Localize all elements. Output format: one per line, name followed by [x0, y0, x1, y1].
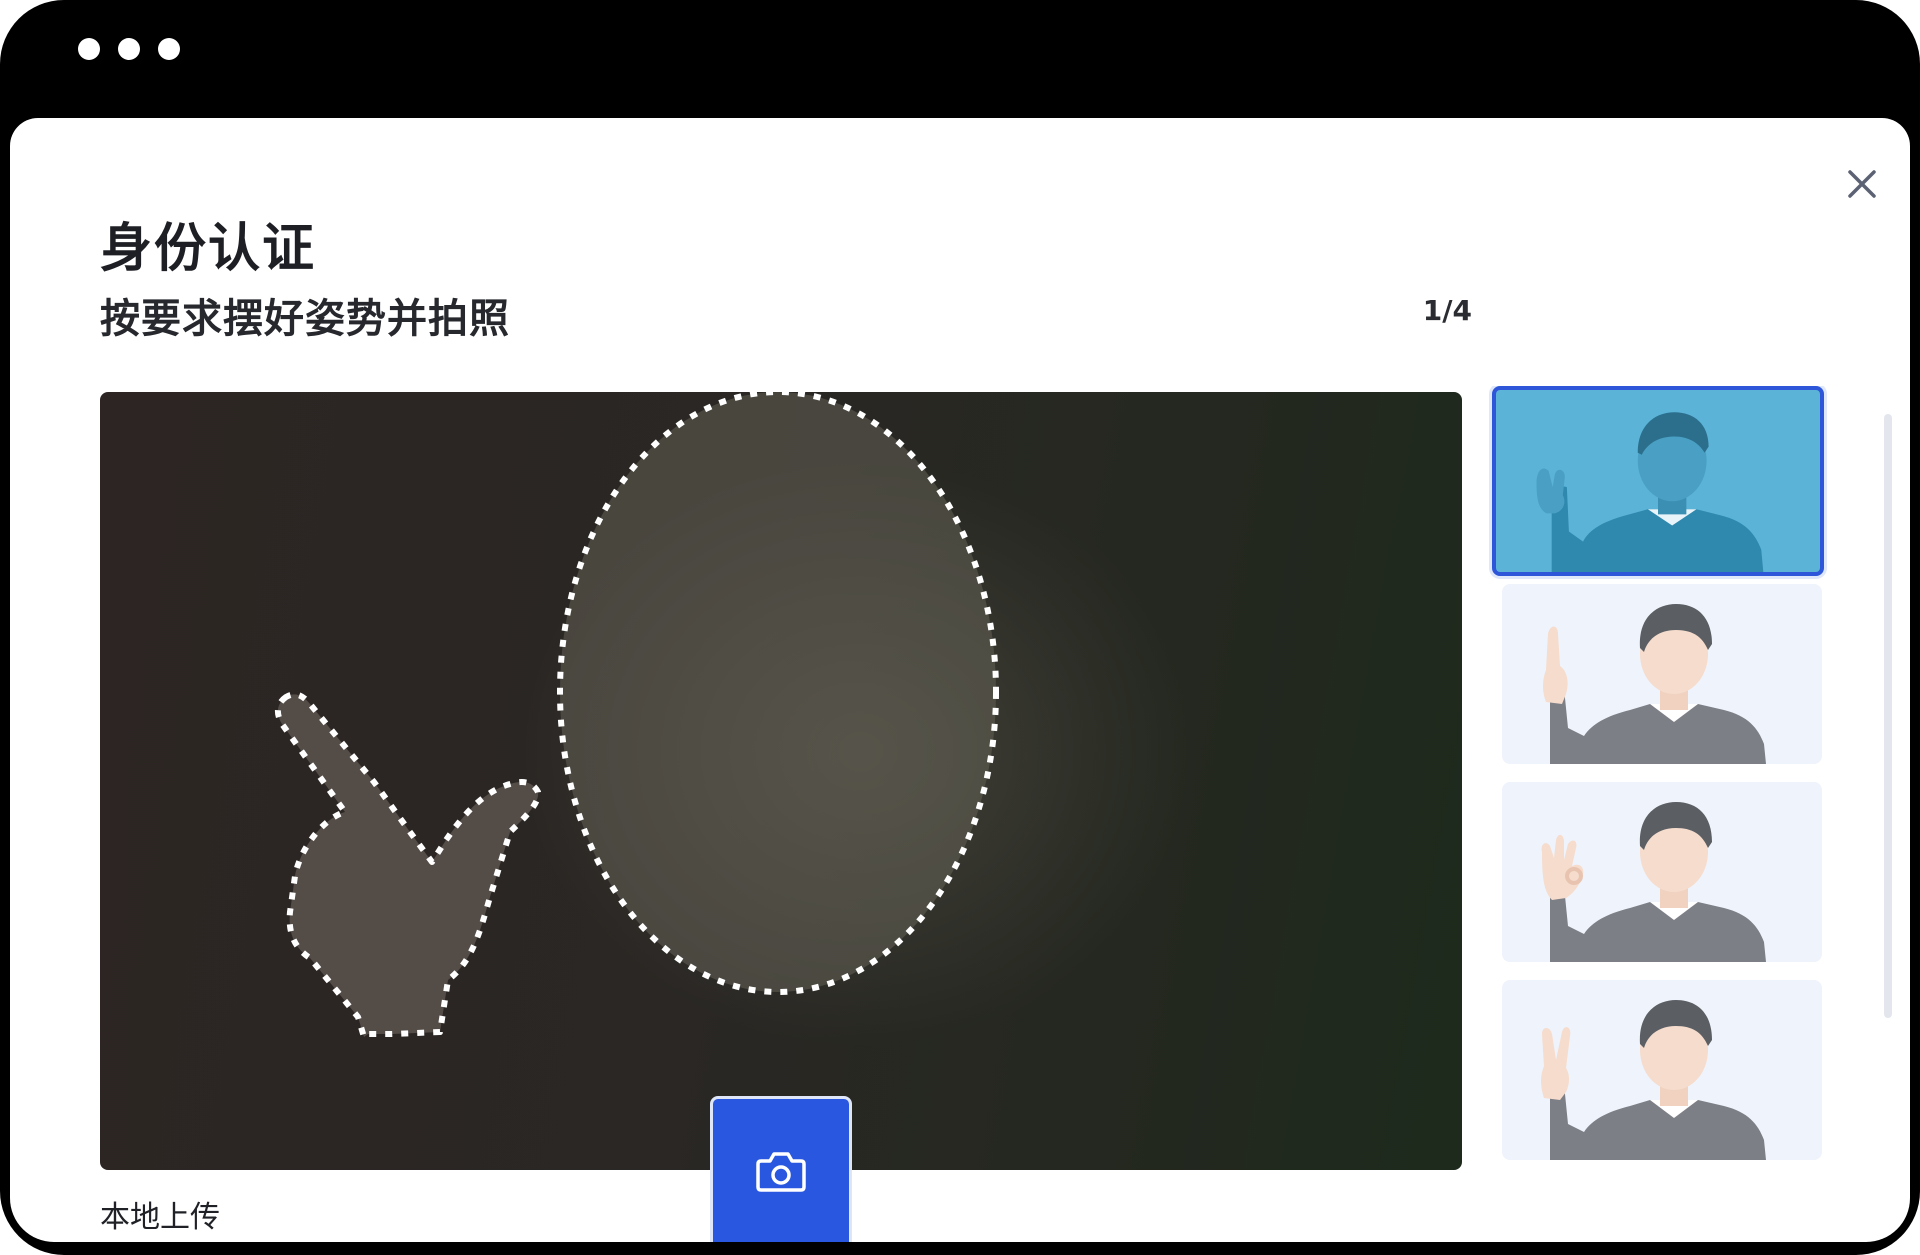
- pose-list: [1484, 386, 1840, 1166]
- pose-thumbnail-selected[interactable]: [1492, 386, 1824, 576]
- pose-thumbnail[interactable]: [1502, 584, 1822, 764]
- dialog-title: 身份认证: [100, 219, 317, 279]
- pose-thumbnail[interactable]: [1502, 980, 1822, 1160]
- window-dot-icon[interactable]: [78, 38, 100, 60]
- dialog-subtitle: 按要求摆好姿势并拍照: [100, 296, 510, 342]
- person-pointing-icon: [1536, 412, 1764, 572]
- close-icon: [1848, 170, 1876, 198]
- window-dot-icon[interactable]: [158, 38, 180, 60]
- step-counter: 1/4: [1422, 294, 1472, 327]
- take-photo-button[interactable]: [710, 1096, 852, 1242]
- pose-list-scrollbar[interactable]: [1884, 414, 1892, 1018]
- local-upload-link[interactable]: 本地上传: [100, 1192, 220, 1236]
- person-pointing-icon: [1543, 604, 1766, 764]
- person-ok-sign-icon: [1541, 802, 1766, 962]
- window-controls: [78, 38, 180, 60]
- pose-guide-overlay: [274, 392, 999, 1040]
- face-outline-guide: [557, 392, 999, 995]
- window-dot-icon[interactable]: [118, 38, 140, 60]
- identity-verification-dialog: 身份认证 按要求摆好姿势并拍照 1/4 本地上传: [10, 118, 1910, 1242]
- pose-thumbnail[interactable]: [1502, 782, 1822, 962]
- close-button[interactable]: [1836, 158, 1888, 210]
- camera-icon: [756, 1151, 806, 1192]
- browser-window: 身份认证 按要求摆好姿势并拍照 1/4 本地上传: [0, 0, 1920, 1255]
- camera-preview: [100, 392, 1462, 1170]
- person-v-sign-icon: [1541, 1000, 1766, 1160]
- hand-outline-guide: [274, 691, 542, 1040]
